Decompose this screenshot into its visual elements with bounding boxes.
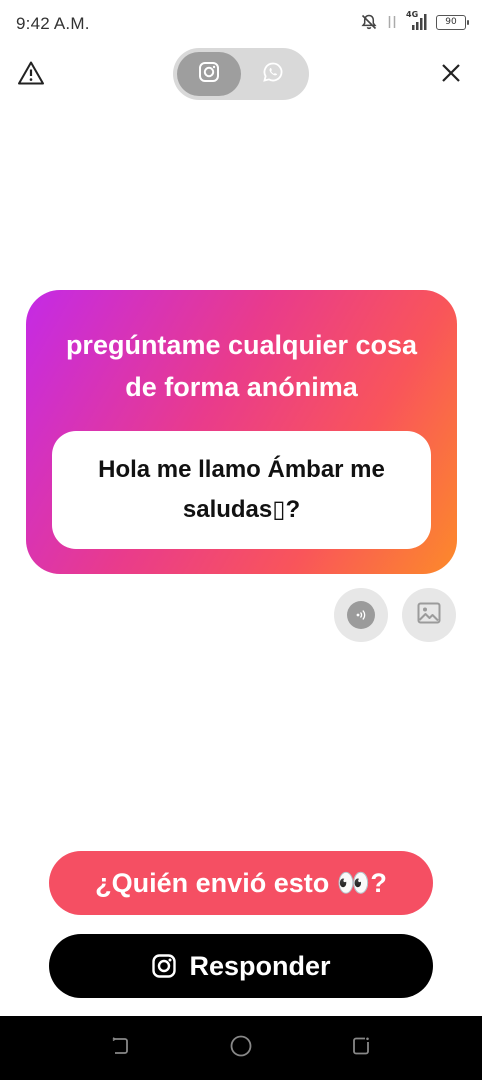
question-text: Hola me llamo Ámbar me saludas▯? (98, 456, 385, 523)
recent-apps-icon (350, 1035, 372, 1062)
close-button[interactable] (434, 58, 468, 92)
data-arrows-icon (386, 13, 398, 31)
battery-icon: 90 (436, 14, 469, 30)
instagram-icon (151, 953, 177, 979)
sound-wave-icon (347, 601, 375, 629)
back-icon (109, 1035, 131, 1062)
instagram-icon (198, 61, 220, 88)
toggle-instagram[interactable] (177, 52, 241, 96)
share-target-toggle (173, 48, 309, 100)
who-sent-label: ¿Quién envió esto 👀? (95, 868, 387, 898)
warning-triangle-icon (17, 60, 45, 91)
status-time: 9:42 A.M. (16, 14, 90, 33)
navigation-bar (0, 1016, 482, 1080)
status-icons: 4G 90 (360, 10, 469, 31)
top-bar (0, 48, 482, 102)
nav-back-button[interactable] (106, 1034, 134, 1062)
bell-muted-icon (360, 13, 378, 31)
whatsapp-icon (262, 61, 284, 88)
signal-icon: 4G (406, 10, 428, 31)
sound-button[interactable] (334, 588, 388, 642)
reply-label: Responder (189, 950, 331, 981)
report-button[interactable] (14, 58, 48, 92)
question-card: pregúntame cualquier cosa de forma anóni… (26, 290, 457, 574)
home-icon (229, 1034, 253, 1063)
who-sent-button[interactable]: ¿Quién envió esto 👀? (49, 851, 433, 915)
question-box: Hola me llamo Ámbar me saludas▯? (52, 431, 431, 549)
status-bar: 9:42 A.M. 4G 90 (0, 0, 482, 48)
reply-button[interactable]: Responder (49, 934, 433, 998)
close-x-icon (441, 63, 461, 88)
image-icon (416, 600, 442, 631)
card-title: pregúntame cualquier cosa de forma anóni… (65, 330, 418, 402)
image-button[interactable] (402, 588, 456, 642)
toggle-whatsapp[interactable] (241, 52, 305, 96)
nav-recent-button[interactable] (347, 1034, 375, 1062)
nav-home-button[interactable] (227, 1034, 255, 1062)
